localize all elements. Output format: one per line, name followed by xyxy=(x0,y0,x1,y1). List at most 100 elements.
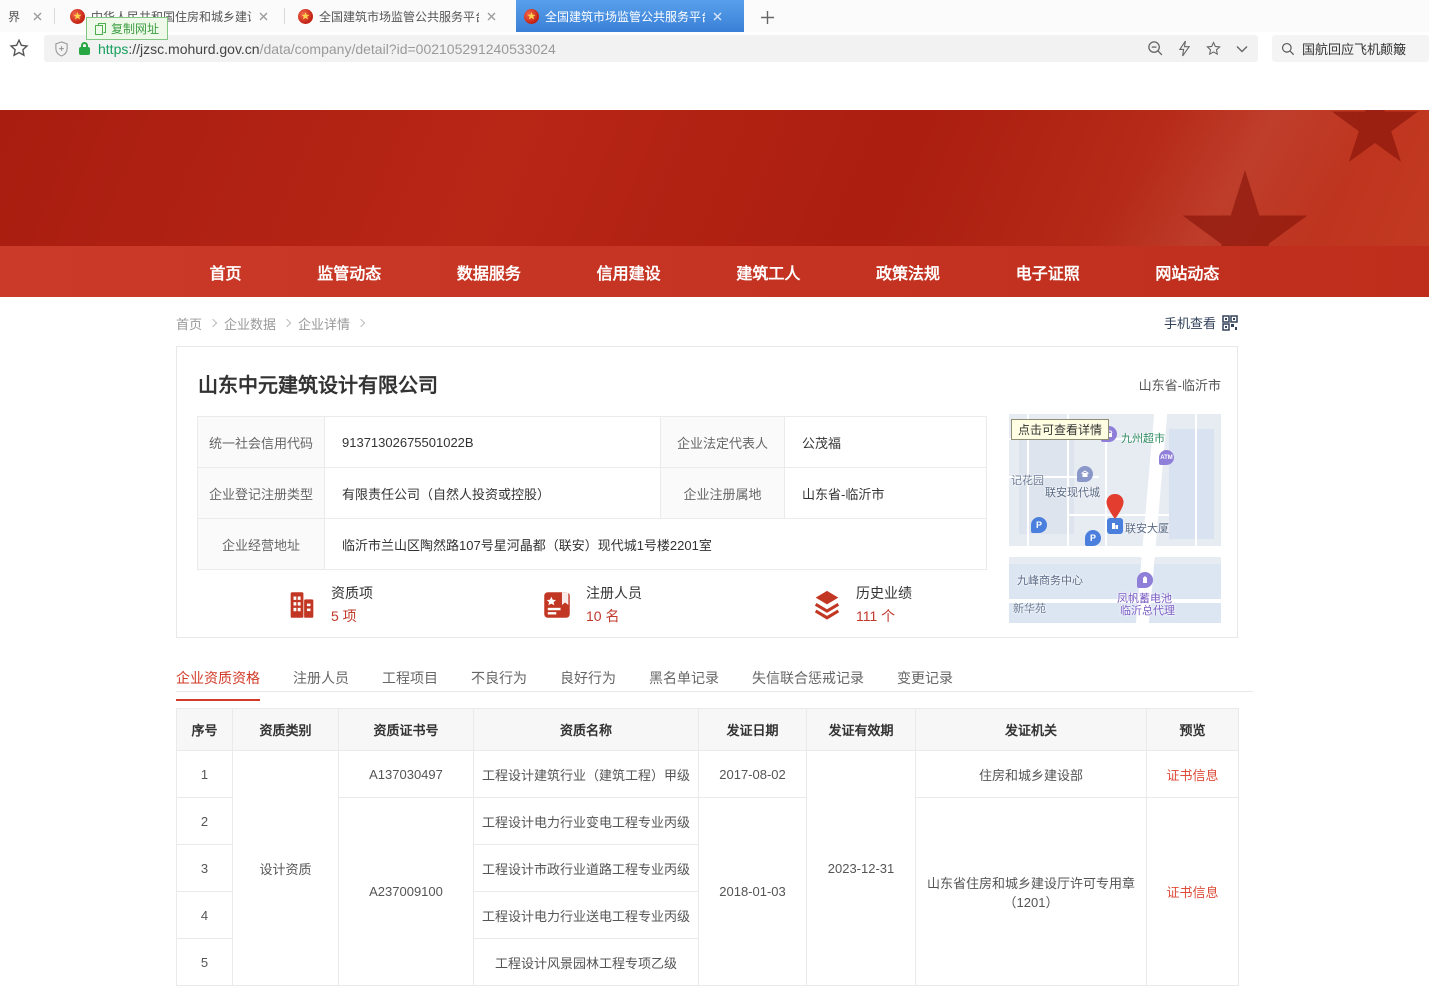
new-tab-button[interactable] xyxy=(755,5,779,29)
map-poi-battery-icon xyxy=(1137,572,1153,588)
site-favicon-icon xyxy=(524,9,539,24)
nav-item-ecert[interactable]: 电子证照 xyxy=(1016,260,1080,284)
tab-projects[interactable]: 工程项目 xyxy=(382,668,438,701)
address-bar[interactable]: https://jzsc.mohurd.gov.cn/data/company/… xyxy=(44,35,1258,62)
breadcrumb-separator-icon xyxy=(283,319,291,327)
cell-qual-name: 工程设计电力行业变电工程专业丙级 xyxy=(474,798,699,845)
zoom-out-icon[interactable] xyxy=(1147,40,1164,57)
stat-label: 注册人员 xyxy=(586,583,642,603)
nav-item-credit[interactable]: 信用建设 xyxy=(597,260,661,284)
nav-item-workers[interactable]: 建筑工人 xyxy=(736,260,800,284)
mobile-view-label: 手机查看 xyxy=(1164,313,1216,332)
nav-item-site-news[interactable]: 网站动态 xyxy=(1155,260,1219,284)
header-flag-sheen xyxy=(889,110,1429,246)
qr-code-icon xyxy=(1222,315,1238,331)
reg-type-label: 企业登记注册类型 xyxy=(198,468,325,519)
browser-tab-active[interactable]: 全国建筑市场监管公共服务平台 xyxy=(516,0,744,32)
cell-issuer: 住房和城乡建设部 xyxy=(916,751,1147,798)
col-cert-no: 资质证书号 xyxy=(339,709,474,751)
quick-search-text: 国航回应飞机颠簸 xyxy=(1302,39,1406,58)
tab-qualifications[interactable]: 企业资质资格 xyxy=(176,668,260,701)
map-poi-residence-icon xyxy=(1077,466,1093,482)
search-icon xyxy=(1281,42,1295,56)
nav-item-supervision[interactable]: 监管动态 xyxy=(317,260,381,284)
site-favicon-icon xyxy=(70,9,85,24)
breadcrumb-separator-icon xyxy=(209,319,217,327)
company-info-table: 统一社会信用代码 91371302675501022B 企业法定代表人 公茂福 … xyxy=(197,416,987,570)
nav-item-home[interactable]: 首页 xyxy=(210,260,242,284)
credit-code-value: 91371302675501022B xyxy=(325,417,661,468)
https-lock-icon[interactable] xyxy=(79,42,90,55)
tab-close-icon[interactable] xyxy=(487,12,496,21)
certificate-info-link[interactable]: 证书信息 xyxy=(1147,798,1239,986)
tab-separator xyxy=(284,8,285,24)
stat-value: 5 项 xyxy=(331,606,373,626)
tab-title: 全国建筑市场监管公共服务平台 xyxy=(319,8,479,25)
cell-qual-name: 工程设计电力行业送电工程专业丙级 xyxy=(474,892,699,939)
cell-category: 设计资质 xyxy=(233,751,339,986)
tab-separator xyxy=(54,8,55,24)
cell-qual-name: 工程设计风景园林工程专项乙级 xyxy=(474,939,699,986)
map-label-supermarket: 九州超市 xyxy=(1121,430,1165,446)
stat-history-performance: 历史业绩111 个 xyxy=(810,583,912,626)
map-block xyxy=(1169,429,1214,539)
browser-tab-partial[interactable]: 界 xyxy=(0,0,50,32)
browser-tab-jzsc[interactable]: 全国建筑市场监管公共服务平台 xyxy=(290,0,512,32)
cell-issue-date: 2017-08-02 xyxy=(699,751,807,798)
tab-registered-personnel[interactable]: 注册人员 xyxy=(293,668,349,701)
tab-bad-behavior[interactable]: 不良行为 xyxy=(471,668,527,701)
url-text[interactable]: https://jzsc.mohurd.gov.cn/data/company/… xyxy=(98,41,1137,57)
cell-qual-name: 工程设计建筑行业（建筑工程）甲级 xyxy=(474,751,699,798)
url-protocol: https xyxy=(98,41,128,57)
bookmark-star-icon[interactable] xyxy=(8,37,30,64)
tab-close-icon[interactable] xyxy=(33,12,42,21)
table-row: 企业经营地址 临沂市兰山区陶然路107号星河晶都（联安）现代城1号楼2201室 xyxy=(198,519,987,570)
map-label-modern-city: 联安现代城 xyxy=(1045,484,1100,500)
map-label-business-center: 九峰商务中心 xyxy=(1017,572,1083,588)
breadcrumb-company-data[interactable]: 企业数据 xyxy=(224,314,276,333)
certificate-info-link[interactable]: 证书信息 xyxy=(1147,751,1239,798)
col-issue-date: 发证日期 xyxy=(699,709,807,751)
nav-item-policy[interactable]: 政策法规 xyxy=(876,260,940,284)
stat-label: 资质项 xyxy=(331,583,373,603)
map-parking-icon: P xyxy=(1085,530,1101,546)
table-row: 统一社会信用代码 91371302675501022B 企业法定代表人 公茂福 xyxy=(198,417,987,468)
tab-blacklist[interactable]: 黑名单记录 xyxy=(649,668,719,701)
nav-item-data-service[interactable]: 数据服务 xyxy=(457,260,521,284)
breadcrumb-company-detail: 企业详情 xyxy=(298,314,350,333)
map-pin-icon xyxy=(1106,494,1124,525)
mobile-view-toggle[interactable]: 手机查看 xyxy=(1164,313,1238,332)
credit-code-label: 统一社会信用代码 xyxy=(198,417,325,468)
chevron-down-icon[interactable] xyxy=(1236,45,1248,53)
tab-close-icon[interactable] xyxy=(259,12,268,21)
lightning-icon[interactable] xyxy=(1178,40,1191,57)
tab-good-behavior[interactable]: 良好行为 xyxy=(560,668,616,701)
site-info-shield-icon[interactable] xyxy=(54,41,69,57)
page: 界 中华人民共和国住房和城乡建设 全国建筑市场监管公共服务平台 全国建筑市场监管… xyxy=(0,0,1429,996)
company-location-map[interactable]: 点击可查看详情 九州超市 ATM 记花园 联安现代城 联安大厦 P P 九峰商务… xyxy=(1009,414,1221,623)
breadcrumb-home[interactable]: 首页 xyxy=(176,314,202,333)
favorite-star-icon[interactable] xyxy=(1205,40,1222,57)
cell-seq: 4 xyxy=(177,892,233,939)
url-path: /data/company/detail?id=0021052912405330… xyxy=(260,41,556,57)
map-poi-atm-icon: ATM xyxy=(1159,450,1174,465)
site-favicon-icon xyxy=(298,9,313,24)
reg-place-value: 山东省-临沂市 xyxy=(785,468,987,519)
table-row: 企业登记注册类型 有限责任公司（自然人投资或控股） 企业注册属地 山东省-临沂市 xyxy=(198,468,987,519)
col-qual-name: 资质名称 xyxy=(474,709,699,751)
reg-type-value: 有限责任公司（自然人投资或控股） xyxy=(325,468,661,519)
copy-url-tooltip: 复制网址 xyxy=(86,17,168,40)
quick-search-box[interactable]: 国航回应飞机颠簸 xyxy=(1272,35,1429,62)
tab-dishonesty-records[interactable]: 失信联合惩戒记录 xyxy=(752,668,864,701)
cell-issuer: 山东省住房和城乡建设厅许可专用章（1201） xyxy=(916,798,1147,986)
tab-change-records[interactable]: 变更记录 xyxy=(897,668,953,701)
stat-label: 历史业绩 xyxy=(856,583,912,603)
map-label-battery-2: 临沂总代理 xyxy=(1120,602,1175,618)
reg-place-label: 企业注册属地 xyxy=(661,468,785,519)
col-category: 资质类别 xyxy=(233,709,339,751)
map-label-building: 联安大厦 xyxy=(1125,520,1169,536)
stat-value: 10 名 xyxy=(586,606,642,626)
address-value: 临沂市兰山区陶然路107号星河晶都（联安）现代城1号楼2201室 xyxy=(325,519,987,570)
tab-close-icon[interactable] xyxy=(713,12,722,21)
company-card: 山东中元建筑设计有限公司 山东省-临沂市 统一社会信用代码 9137130267… xyxy=(176,346,1238,638)
